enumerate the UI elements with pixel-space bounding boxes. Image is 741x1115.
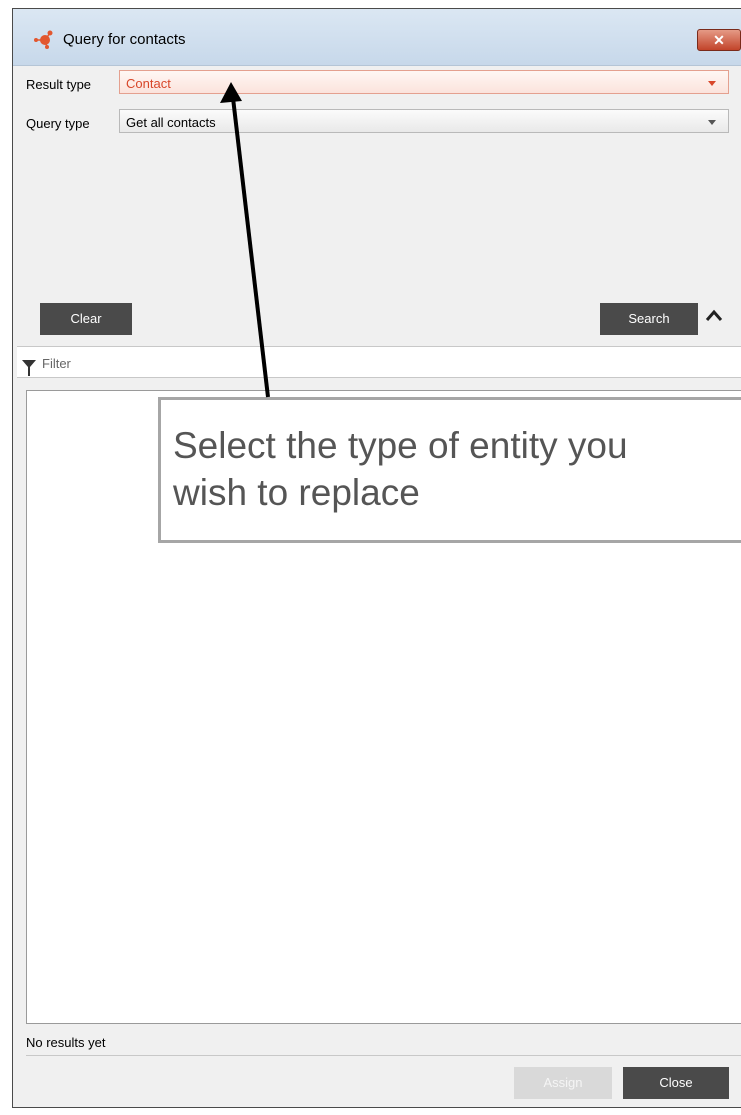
filter-bar[interactable]	[17, 346, 741, 378]
callout-text: Select the type of entity you wish to re…	[173, 425, 628, 513]
close-icon: ✕	[713, 32, 725, 48]
chevron-down-icon	[708, 81, 716, 86]
result-type-value: Contact	[126, 76, 171, 91]
chevron-up-icon[interactable]	[704, 306, 724, 326]
window-title: Query for contacts	[63, 31, 186, 48]
funnel-icon	[22, 360, 36, 376]
app-logo-icon	[34, 30, 53, 49]
filter-input[interactable]: Filter	[42, 356, 71, 371]
clear-button[interactable]: Clear	[40, 303, 132, 335]
query-type-label: Query type	[26, 116, 90, 131]
title-bar: Query for contacts ✕	[13, 9, 741, 66]
assign-button[interactable]: Assign	[514, 1067, 612, 1099]
result-type-select[interactable]: Contact	[119, 70, 729, 94]
result-type-label: Result type	[26, 77, 92, 92]
search-button[interactable]: Search	[600, 303, 698, 335]
query-type-select[interactable]: Get all contacts	[119, 109, 729, 133]
query-type-value: Get all contacts	[126, 115, 216, 130]
tutorial-callout: Select the type of entity you wish to re…	[158, 397, 741, 543]
divider	[26, 1055, 741, 1056]
close-window-button[interactable]: ✕	[697, 29, 741, 51]
status-text: No results yet	[26, 1035, 106, 1050]
chevron-down-icon	[708, 120, 716, 125]
close-button[interactable]: Close	[623, 1067, 729, 1099]
